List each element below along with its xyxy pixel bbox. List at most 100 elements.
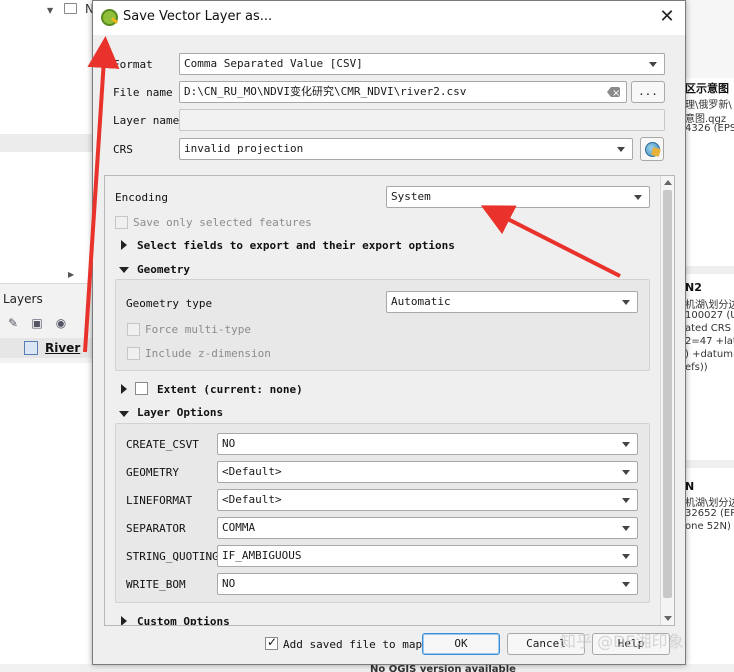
expand-arrow-icon[interactable] <box>121 240 127 250</box>
crs-value: invalid projection <box>184 142 304 155</box>
project-path: 机湖\划分边 <box>685 300 734 311</box>
layer-option-value: <Default> <box>222 493 282 506</box>
expand-arrow-icon[interactable] <box>121 384 127 394</box>
layer-option-key: CREATE_CSVT <box>126 438 199 451</box>
layer-option-key: SEPARATOR <box>126 522 186 535</box>
layer-option-select[interactable]: COMMA <box>217 517 638 539</box>
scroll-up-icon[interactable] <box>664 180 672 185</box>
format-label: Format <box>113 58 153 71</box>
geometry-type-value: Automatic <box>391 295 451 308</box>
layer-option-select[interactable]: <Default> <box>217 489 638 511</box>
layer-option-select[interactable]: IF_AMBIGUOUS <box>217 545 638 567</box>
collapse-arrow-icon[interactable] <box>119 267 129 273</box>
geometry-section-title[interactable]: Geometry <box>137 263 190 276</box>
project-crs-detail: ated CRS <box>685 323 732 334</box>
project-crs: 32652 (EPS <box>685 508 734 519</box>
layer-option-value: NO <box>222 577 236 590</box>
ok-button[interactable]: OK <box>422 633 500 655</box>
project-crs-detail: efs)) <box>685 362 708 373</box>
project-title: N <box>685 480 695 493</box>
qgis-logo-icon <box>101 9 118 26</box>
clear-icon[interactable] <box>607 87 620 97</box>
crs-select[interactable]: invalid projection <box>179 138 633 160</box>
layername-input[interactable] <box>179 109 665 131</box>
save-selected-checkbox[interactable] <box>115 216 128 229</box>
layer-options-section-title[interactable]: Layer Options <box>137 406 223 419</box>
project-title: N2 <box>685 281 702 294</box>
add-group-icon[interactable]: ▣ <box>30 316 44 330</box>
project-crs: 100027 (U <box>685 310 734 321</box>
options-scrollbar[interactable] <box>660 176 674 625</box>
filename-value: D:\CN_RU_MO\NDVI变化研究\CMR_NDVI\river2.csv <box>184 85 467 98</box>
chevron-down-icon <box>622 300 630 305</box>
globe-icon <box>645 142 660 157</box>
project-crs-detail: ) +datum= <box>685 349 734 360</box>
main-window-right-panel: 区示意图 理\俄罗新\ 意图.qgz 4326 (EPS N2 机湖\划分边 1… <box>684 0 734 672</box>
chevron-down-icon <box>622 470 630 475</box>
layername-label: Layer name <box>113 114 180 127</box>
layer-option-select[interactable]: <Default> <box>217 461 638 483</box>
include-z-label: Include z-dimension <box>145 347 271 360</box>
format-value: Comma Separated Value [CSV] <box>184 57 363 70</box>
encoding-select[interactable]: System <box>386 186 650 208</box>
project-crs: 4326 (EPS <box>685 123 734 134</box>
project-path: 理\俄罗新\ <box>685 100 732 111</box>
project-crs-detail: one 52N) <box>685 521 731 532</box>
expand-arrow-icon[interactable]: ▼ <box>47 6 53 15</box>
browser-selected-row <box>0 134 95 152</box>
add-saved-file-checkbox[interactable] <box>265 635 278 650</box>
encoding-label: Encoding <box>115 191 168 204</box>
expand-arrow-icon[interactable] <box>121 616 127 625</box>
layer-option-value: <Default> <box>222 465 282 478</box>
options-scroll-area[interactable]: Encoding System Save only selected featu… <box>104 175 675 626</box>
style-brush-icon[interactable]: ✎ <box>6 316 20 330</box>
table-layer-icon <box>24 341 38 355</box>
watermark-text: 知乎 @DE湘印象 <box>560 632 684 651</box>
custom-options-section[interactable]: Custom Options <box>137 615 230 625</box>
extent-section[interactable]: Extent (current: none) <box>157 383 303 396</box>
expand-arrow-icon[interactable]: ▶ <box>68 270 74 279</box>
collapse-arrow-icon[interactable] <box>119 411 129 417</box>
layer-option-select[interactable]: NO <box>217 573 638 595</box>
filename-label: File name <box>113 86 173 99</box>
close-button[interactable]: ✕ <box>655 6 679 28</box>
save-selected-label: Save only selected features <box>133 216 312 229</box>
layer-option-key: WRITE_BOM <box>126 578 186 591</box>
chevron-down-icon <box>617 147 625 152</box>
dialog-titlebar[interactable]: Save Vector Layer as... ✕ <box>93 1 685 35</box>
chevron-down-icon <box>622 442 630 447</box>
right-panel-toolbar <box>684 0 734 78</box>
status-strip <box>0 664 734 672</box>
layer-option-value: COMMA <box>222 521 256 534</box>
crs-selector-button[interactable] <box>640 137 664 161</box>
add-saved-file-label: Add saved file to map <box>283 638 423 651</box>
geometry-type-select[interactable]: Automatic <box>386 291 638 313</box>
chevron-down-icon <box>649 62 657 67</box>
layer-option-value: NO <box>222 437 236 450</box>
save-vector-layer-dialog: Save Vector Layer as... ✕ Format Comma S… <box>92 0 686 665</box>
chevron-down-icon <box>634 195 642 200</box>
browse-button[interactable]: ... <box>631 81 665 103</box>
encoding-value: System <box>391 190 431 203</box>
crs-label: CRS <box>113 143 133 156</box>
format-select[interactable]: Comma Separated Value [CSV] <box>179 53 665 75</box>
separator <box>684 266 734 274</box>
layer-option-key: GEOMETRY <box>126 466 179 479</box>
force-multi-checkbox[interactable] <box>127 323 140 336</box>
dialog-title: Save Vector Layer as... <box>123 9 273 24</box>
chevron-down-icon <box>622 498 630 503</box>
project-path: 机湖\划分边 <box>685 498 734 509</box>
select-fields-section[interactable]: Select fields to export and their export… <box>137 239 455 252</box>
chevron-down-icon <box>622 582 630 587</box>
chevron-down-icon <box>622 554 630 559</box>
scroll-down-icon[interactable] <box>664 616 672 621</box>
scrollbar-thumb[interactable] <box>663 190 672 598</box>
extent-checkbox[interactable] <box>135 382 148 395</box>
layer-label-river[interactable]: River <box>45 341 80 355</box>
layer-option-select[interactable]: NO <box>217 433 638 455</box>
close-icon: ✕ <box>659 6 675 27</box>
visibility-eye-icon[interactable]: ◉ <box>54 316 68 330</box>
include-z-checkbox[interactable] <box>127 347 140 360</box>
filename-input[interactable]: D:\CN_RU_MO\NDVI变化研究\CMR_NDVI\river2.csv <box>179 81 627 103</box>
layer-option-key: LINEFORMAT <box>126 494 193 507</box>
